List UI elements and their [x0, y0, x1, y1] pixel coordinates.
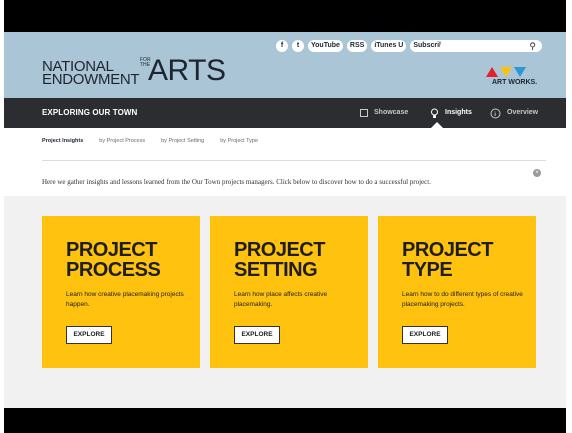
section-nav: EXPLORING OUR TOWN Showcase Insights i O…	[4, 98, 566, 128]
nav-item-label: Showcase	[374, 109, 409, 116]
search-icon[interactable]: ⚲	[529, 41, 536, 52]
explore-button[interactable]: EXPLORE	[234, 326, 280, 344]
blue-triangle-icon	[514, 67, 526, 77]
art-works-label: ART WORKS.	[492, 79, 538, 86]
close-icon[interactable]: ×	[533, 169, 541, 177]
yellow-triangle-icon	[500, 67, 512, 77]
nav-item-label: Overview	[507, 109, 539, 116]
svg-text:i: i	[494, 112, 496, 118]
screen-frame: NATIONAL ENDOWMENT FOR THE ARTS f t YouT…	[4, 0, 566, 433]
card-title: PROJECT SETTING	[234, 239, 325, 281]
logo-arts: ARTS	[148, 54, 226, 87]
nav-item-showcase[interactable]: Showcase	[360, 98, 408, 128]
itunes-u-link[interactable]: iTunes U	[371, 40, 407, 52]
card-title: PROJECT PROCESS	[66, 239, 161, 281]
subtab-project-insights[interactable]: Project Insights	[42, 138, 83, 144]
card-description: Learn how place affects creative placema…	[234, 291, 328, 308]
youtube-icon[interactable]: YouTube	[308, 40, 343, 52]
nav-item-overview[interactable]: i Overview	[490, 98, 538, 128]
subtab-by-setting[interactable]: by Project Setting	[161, 138, 204, 144]
card-project-setting[interactable]: PROJECT SETTING Learn how place affects …	[210, 216, 368, 368]
explore-button[interactable]: EXPLORE	[66, 326, 112, 344]
subtabs: Project Insights by Project Process by P…	[42, 138, 258, 144]
red-triangle-icon	[486, 67, 498, 77]
card-description: Learn how to do different types of creat…	[402, 291, 523, 308]
card-description: Learn how creative placemaking projects …	[66, 291, 184, 308]
twitter-icon[interactable]: t	[292, 40, 304, 52]
social-links: f t YouTube RSS iTunes U Subscribe	[276, 40, 451, 52]
search-input[interactable]: ⚲	[440, 40, 542, 52]
subtab-by-type[interactable]: by Project Type	[220, 138, 258, 144]
page: NATIONAL ENDOWMENT FOR THE ARTS f t YouT…	[4, 32, 566, 408]
facebook-icon[interactable]: f	[276, 40, 288, 52]
logo-line-2: ENDOWMENT	[42, 71, 140, 88]
explore-button[interactable]: EXPLORE	[402, 326, 448, 344]
lightbulb-icon	[431, 108, 438, 118]
card-project-process[interactable]: PROJECT PROCESS Learn how creative place…	[42, 216, 200, 368]
subtab-by-process[interactable]: by Project Process	[99, 138, 145, 144]
card-project-type[interactable]: PROJECT TYPE Learn how to do different t…	[378, 216, 536, 368]
logo-vertical-text: FOR THE	[140, 57, 151, 68]
divider	[42, 160, 546, 161]
card-title: PROJECT TYPE	[402, 239, 493, 281]
intro-text: Here we gather insights and lessons lear…	[42, 178, 431, 186]
nav-item-label: Insights	[445, 109, 472, 116]
rss-icon[interactable]: RSS	[346, 40, 368, 52]
info-icon: i	[490, 108, 501, 118]
site-header: NATIONAL ENDOWMENT FOR THE ARTS f t YouT…	[4, 32, 566, 98]
nav-title: EXPLORING OUR TOWN	[42, 108, 138, 117]
showcase-icon	[360, 109, 368, 117]
